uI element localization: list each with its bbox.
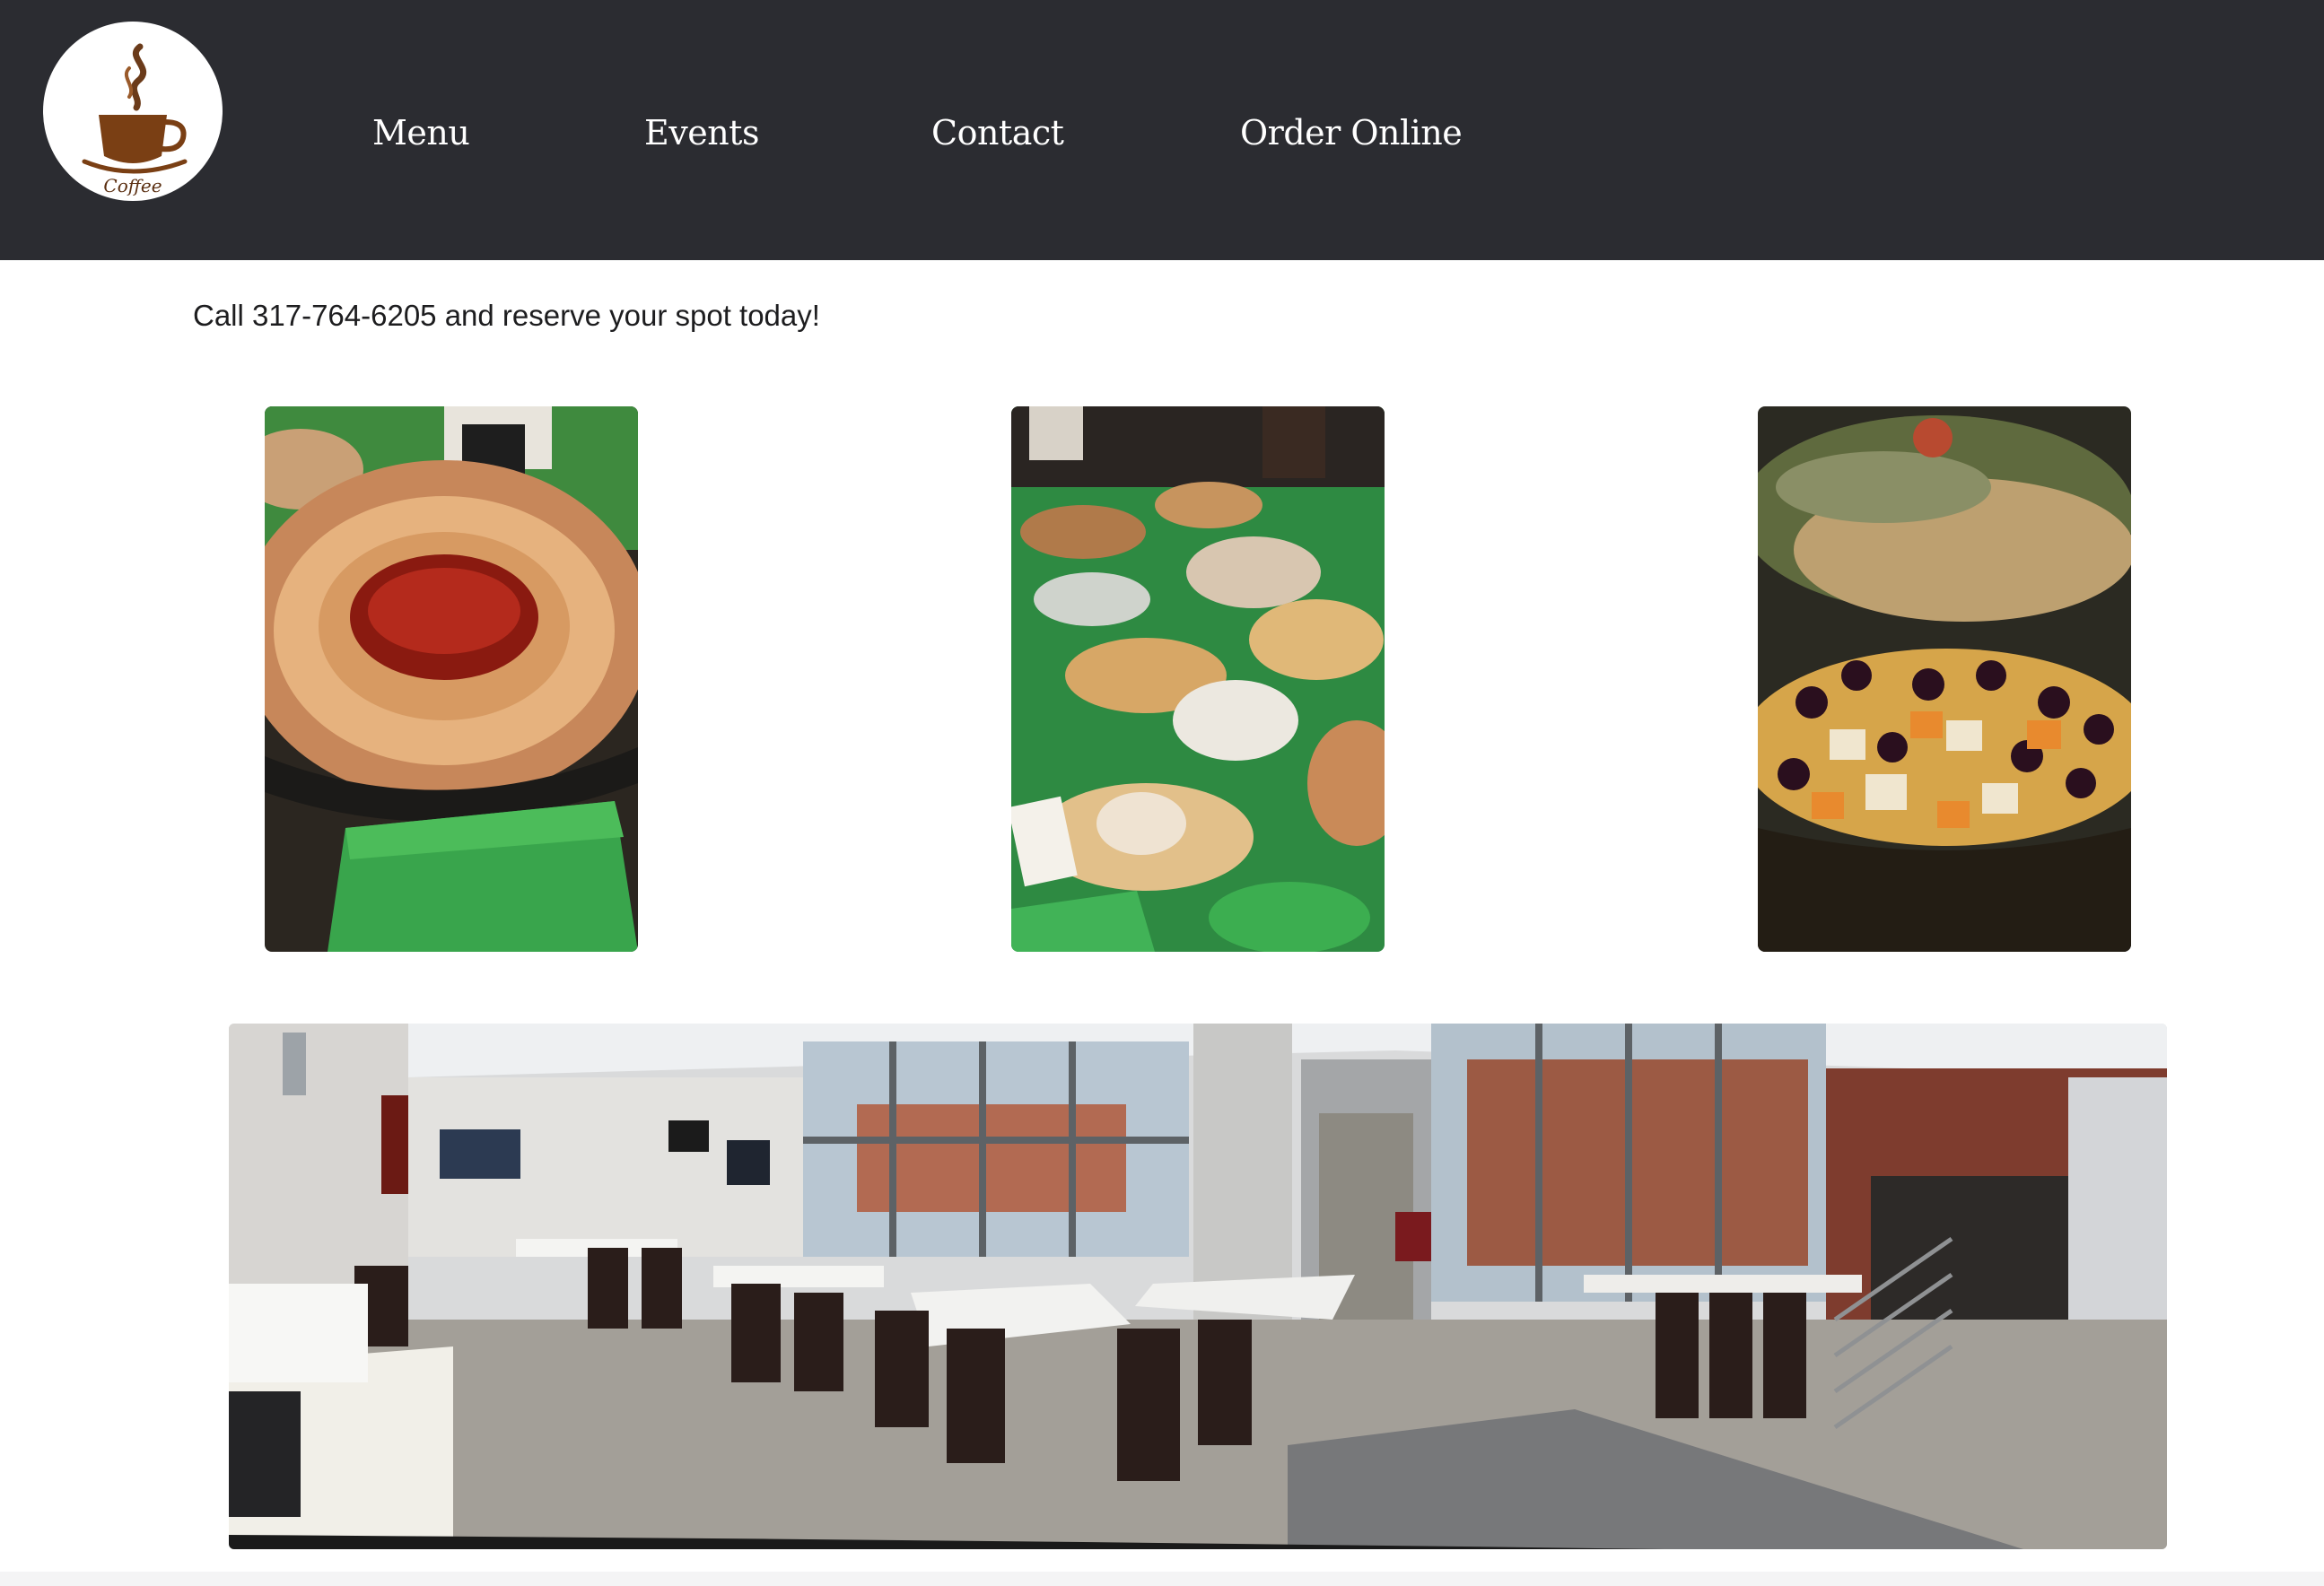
nav-link-contact[interactable]: Contact <box>931 106 1064 160</box>
svg-text:Coffee: Coffee <box>103 175 162 196</box>
coffee-cup-icon: Coffee <box>82 43 188 196</box>
reservation-call-text: Call 317-764-6205 and reserve your spot … <box>193 299 820 332</box>
event-room-panorama-photo <box>229 1024 2167 1549</box>
cheese-and-grapes-platter-photo <box>1758 406 2131 952</box>
coffee-logo[interactable]: Coffee <box>43 22 223 201</box>
site-header: Coffee Menu Events Contact Order Online <box>0 0 2324 260</box>
nav-link-events[interactable]: Events <box>644 106 759 160</box>
tortilla-pinwheels-with-salsa-photo <box>265 406 638 952</box>
nav-link-menu[interactable]: Menu <box>372 106 470 160</box>
catering-buffet-table-photo <box>1011 406 1385 952</box>
page-footer-band <box>0 1572 2324 1586</box>
nav-link-order-online[interactable]: Order Online <box>1240 106 1463 160</box>
